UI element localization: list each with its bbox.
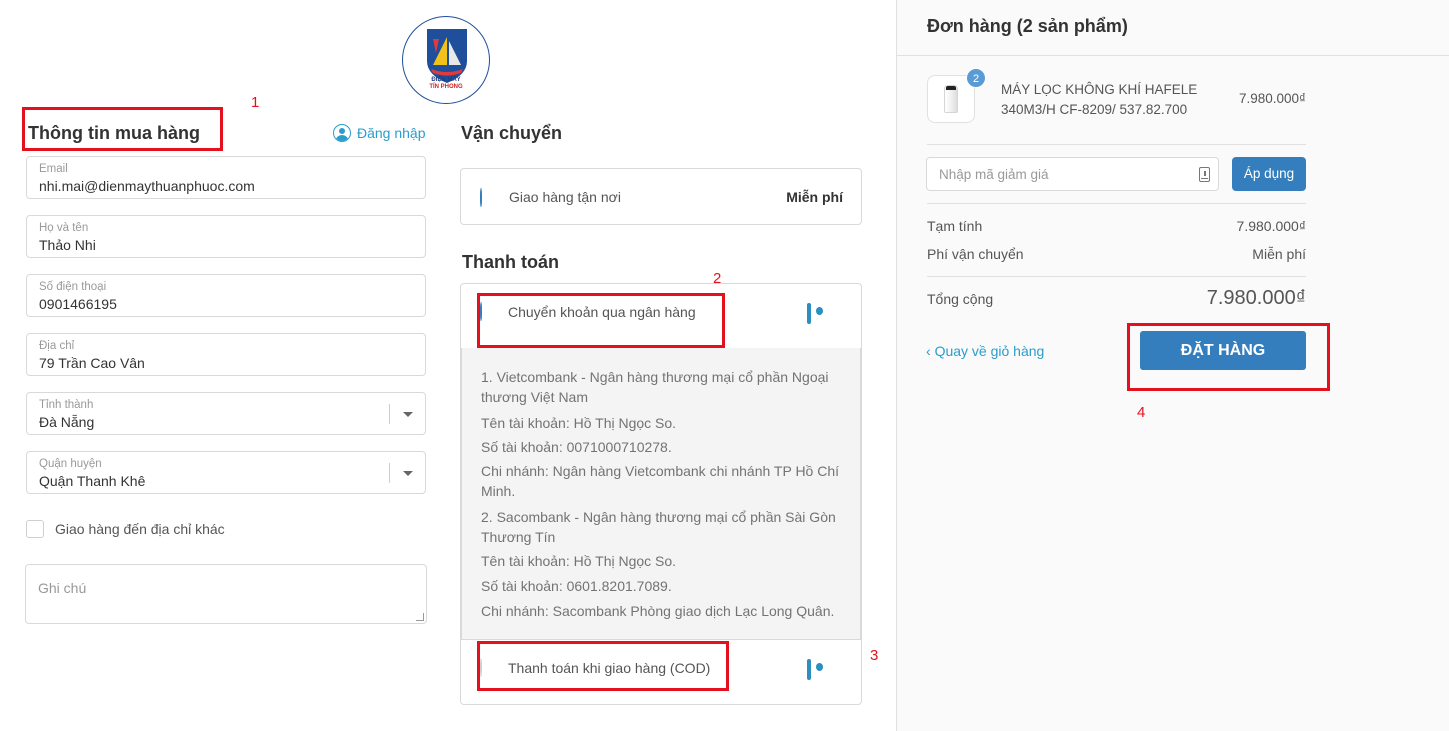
- shipping-title: Vận chuyển: [461, 123, 563, 143]
- province-value: Đà Nẵng: [39, 414, 95, 430]
- district-select[interactable]: Quận huyện Quận Thanh Khê: [26, 451, 426, 494]
- divider: [927, 144, 1306, 145]
- bank-detail-line: Số tài khoản: 0601.8201.7089.: [481, 578, 672, 594]
- bank-detail-line: 2. Sacombank - Ngân hàng thương mại cổ p…: [481, 509, 836, 545]
- user-icon: [333, 124, 351, 142]
- money-bill-icon: [807, 303, 811, 324]
- shipping-fee-value: Miễn phí: [1252, 246, 1306, 262]
- fullname-label: Họ và tên: [39, 222, 89, 234]
- coupon-icon: [1199, 167, 1210, 182]
- bank-detail-line: 1. Vietcombank - Ngân hàng thương mại cổ…: [481, 369, 829, 405]
- back-to-cart-link[interactable]: ‹ Quay về giỏ hàng: [926, 343, 1044, 359]
- logo-line2: TÍN PHONG: [429, 84, 463, 90]
- product-name: MÁY LỌC KHÔNG KHÍ HAFELE 340M3/H CF-8209…: [1001, 82, 1198, 117]
- shipping-option-label: Giao hàng tận nơi: [509, 189, 621, 205]
- money-bill-icon: [807, 659, 811, 680]
- order-summary-title: Đơn hàng (2 sản phẩm): [927, 16, 1128, 36]
- order-summary-header: Đơn hàng (2 sản phẩm): [897, 0, 1449, 56]
- payment-title: Thanh toán: [462, 252, 559, 272]
- shipping-option[interactable]: Giao hàng tận nơi Miễn phí: [460, 168, 862, 225]
- bank-transfer-details: 1. Vietcombank - Ngân hàng thương mại cổ…: [461, 348, 861, 639]
- annotation-box-3: [477, 641, 729, 691]
- fullname-value: Thảo Nhi: [39, 237, 96, 253]
- chevron-left-icon: ‹: [926, 343, 931, 359]
- bank-detail-line: Tên tài khoản: Hồ Thị Ngọc So.: [481, 553, 677, 569]
- shield-logo-icon: [427, 29, 467, 83]
- ship-other-address-option[interactable]: Giao hàng đến địa chỉ khác: [26, 520, 225, 538]
- ship-other-address-checkbox[interactable]: [26, 520, 44, 538]
- email-field[interactable]: Email nhi.mai@dienmaythuanphuoc.com: [26, 156, 426, 199]
- province-select[interactable]: Tỉnh thành Đà Nẵng: [26, 392, 426, 435]
- shipping-fee-label: Phí vận chuyển: [927, 246, 1024, 262]
- air-purifier-image: [944, 85, 958, 113]
- resize-handle-icon[interactable]: [416, 613, 424, 621]
- annotation-box-4: [1127, 323, 1330, 391]
- address-value: 79 Trần Cao Vân: [39, 355, 145, 371]
- divider: [927, 276, 1306, 277]
- bank-detail-line: Số tài khoản: 0071000710278.: [481, 439, 672, 455]
- quantity-badge: 2: [966, 68, 986, 88]
- annotation-number-4: 4: [1137, 404, 1146, 421]
- subtotal-label: Tạm tính: [927, 218, 983, 234]
- subtotal-value: 7.980.000₫: [1236, 218, 1306, 234]
- email-value: nhi.mai@dienmaythuanphuoc.com: [39, 178, 255, 194]
- select-separator: [389, 463, 390, 483]
- phone-value: 0901466195: [39, 296, 117, 312]
- chevron-down-icon: [403, 471, 413, 476]
- annotation-number-3: 3: [870, 647, 879, 664]
- address-field[interactable]: Địa chỉ 79 Trần Cao Vân: [26, 333, 426, 376]
- annotation-box-1: [22, 107, 223, 151]
- divider: [927, 203, 1306, 204]
- total-label: Tổng cộng: [927, 291, 994, 307]
- chevron-down-icon: [403, 412, 413, 417]
- product-price: 7.980.000₫: [1239, 91, 1306, 106]
- select-separator: [389, 404, 390, 424]
- province-label: Tỉnh thành: [39, 399, 94, 411]
- annotation-number-1: 1: [251, 94, 260, 111]
- login-label: Đăng nhập: [357, 125, 426, 141]
- note-textarea[interactable]: Ghi chú: [25, 564, 427, 624]
- logo-line1: ĐIỆN MÁY: [431, 77, 461, 83]
- district-label: Quận huyện: [39, 458, 102, 470]
- phone-label: Số điện thoại: [39, 281, 107, 293]
- total-value: 7.980.000₫: [1206, 287, 1306, 309]
- bank-detail-line: Chi nhánh: Ngân hàng Vietcombank chi nhá…: [481, 463, 840, 499]
- coupon-input[interactable]: Nhập mã giảm giá: [926, 157, 1219, 191]
- login-link[interactable]: Đăng nhập: [333, 124, 426, 142]
- bank-detail-line: Tên tài khoản: Hồ Thị Ngọc So.: [481, 415, 677, 431]
- bank-detail-line: Chi nhánh: Sacombank Phòng giao dịch Lạc…: [481, 603, 835, 619]
- shipping-radio[interactable]: [480, 188, 482, 207]
- fullname-field[interactable]: Họ và tên Thảo Nhi: [26, 215, 426, 258]
- annotation-number-2: 2: [713, 270, 722, 287]
- email-label: Email: [39, 163, 68, 175]
- district-value: Quận Thanh Khê: [39, 473, 146, 489]
- phone-field[interactable]: Số điện thoại 0901466195: [26, 274, 426, 317]
- shipping-option-price: Miễn phí: [786, 189, 843, 205]
- back-to-cart-label: Quay về giỏ hàng: [934, 343, 1045, 359]
- apply-coupon-button[interactable]: Áp dụng: [1232, 157, 1306, 191]
- ship-other-address-label: Giao hàng đến địa chỉ khác: [55, 521, 225, 537]
- annotation-box-2: [477, 293, 725, 348]
- note-placeholder: Ghi chú: [38, 580, 87, 596]
- address-label: Địa chỉ: [39, 340, 75, 352]
- coupon-placeholder: Nhập mã giảm giá: [939, 167, 1049, 182]
- store-logo[interactable]: ĐIỆN MÁY TÍN PHONG: [402, 16, 490, 104]
